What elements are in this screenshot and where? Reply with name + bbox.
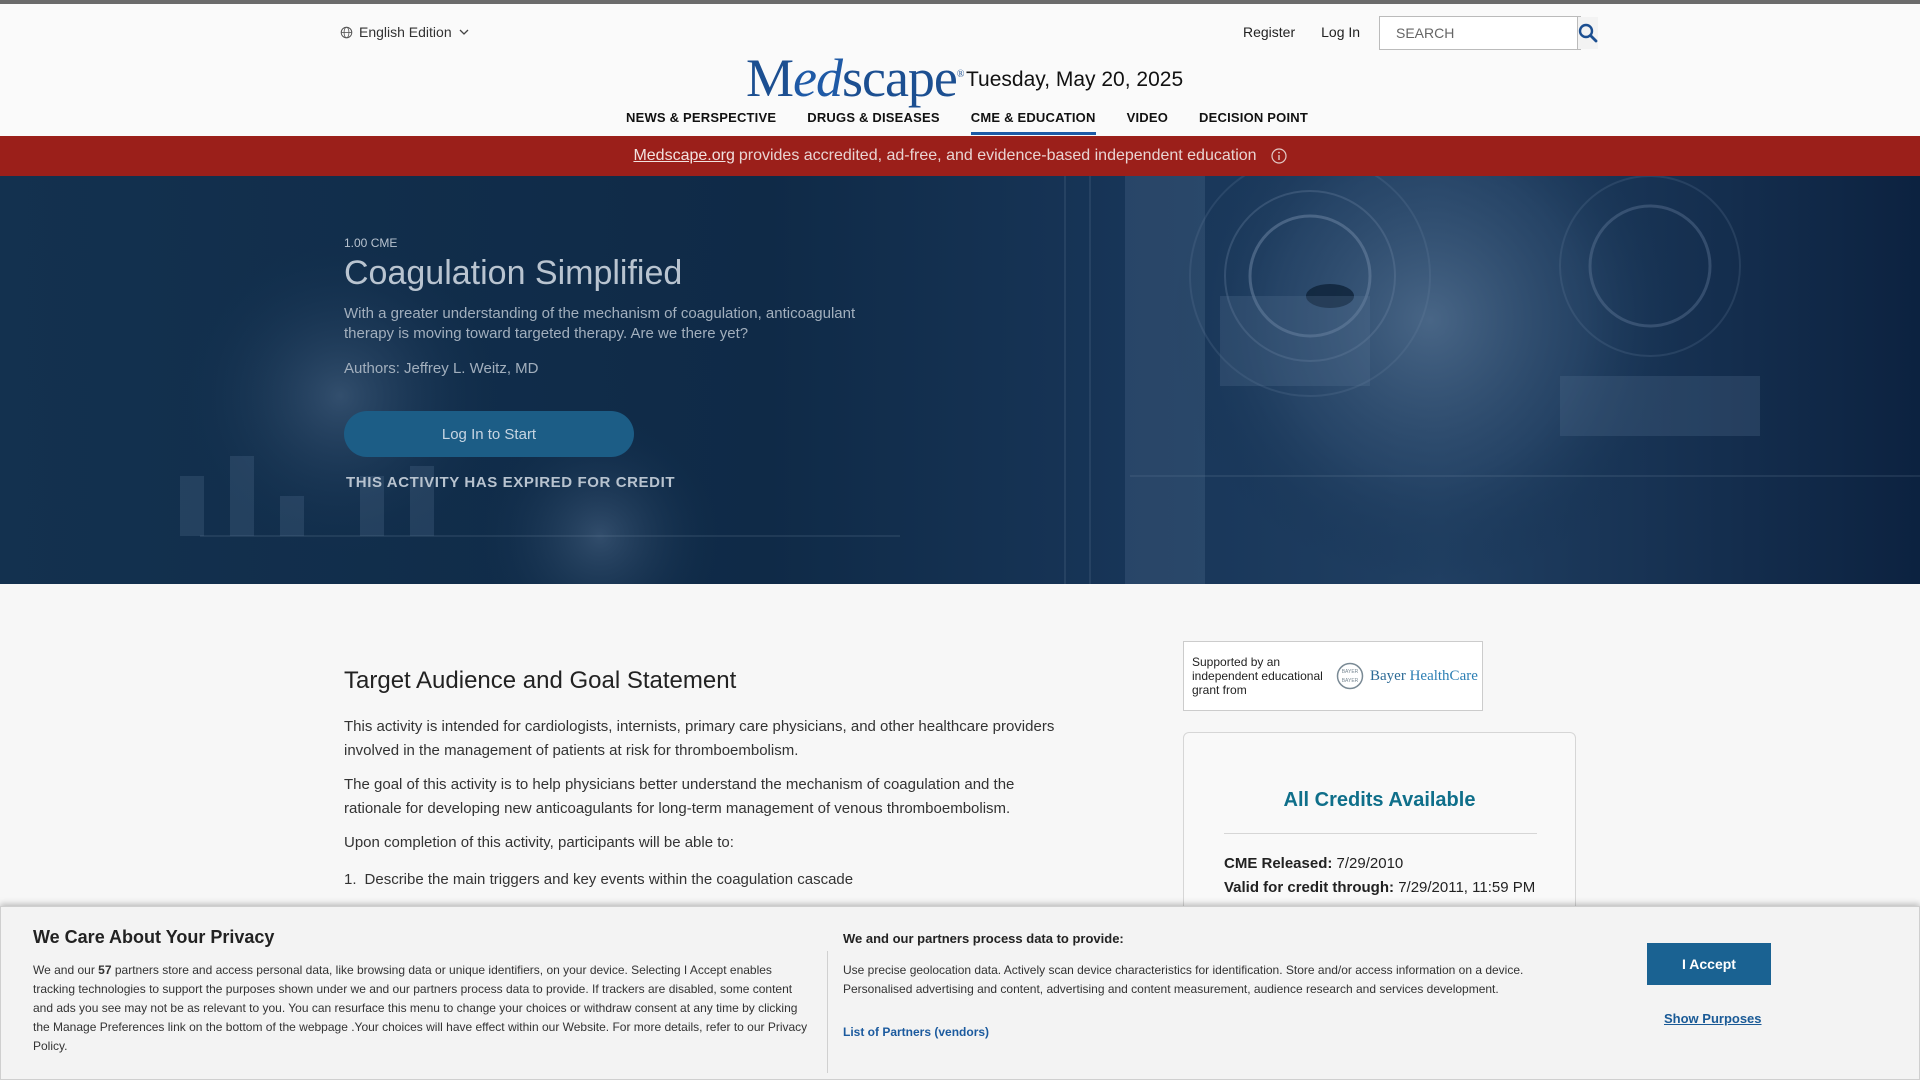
logo-part-1: M — [746, 48, 794, 108]
nav-decision-point[interactable]: DECISION POINT — [1199, 110, 1308, 135]
valid-value: 7/29/2011, 11:59 PM — [1398, 879, 1536, 896]
edition-selector[interactable]: English Edition — [340, 24, 470, 40]
chevron-down-icon — [459, 29, 469, 35]
purposes-title: We and our partners process data to prov… — [843, 931, 1124, 946]
privacy-body-pre: We and our — [33, 963, 95, 977]
login-to-start-button[interactable]: Log In to Start — [344, 411, 634, 457]
search-input[interactable] — [1380, 17, 1577, 49]
main-nav: NEWS & PERSPECTIVE DRUGS & DISEASES CME … — [626, 110, 1308, 135]
activity-title: Coagulation Simplified — [344, 254, 683, 292]
bayer-seal-text-v: BAYER — [1342, 678, 1359, 684]
nav-drugs-diseases[interactable]: DRUGS & DISEASES — [807, 110, 940, 135]
search-icon — [1578, 23, 1598, 43]
valid-through: Valid for credit through: 7/29/2011, 11:… — [1224, 879, 1535, 896]
paragraph-audience: This activity is intended for cardiologi… — [344, 718, 1055, 759]
released-value: 7/29/2010 — [1336, 855, 1404, 872]
account-links: Register Log In — [1243, 24, 1360, 40]
nav-news-perspective[interactable]: NEWS & PERSPECTIVE — [626, 110, 776, 135]
purposes-body: Use precise geolocation data. Actively s… — [843, 963, 1524, 996]
nav-cme-education[interactable]: CME & EDUCATION — [970, 110, 1096, 135]
activity-description: With a greater understanding of the mech… — [344, 305, 856, 342]
privacy-consent-banner: We Care About Your Privacy We and our 57… — [0, 906, 1920, 1080]
hero-background-art — [180, 176, 1920, 584]
nav-video[interactable]: VIDEO — [1127, 110, 1168, 135]
paragraph-objectives-intro: Upon completion of this activity, partic… — [344, 834, 734, 851]
edition-label: English Edition — [359, 24, 452, 40]
login-link[interactable]: Log In — [1321, 24, 1360, 40]
current-date: Tuesday, May 20, 2025 — [966, 68, 1184, 91]
info-icon[interactable] — [1270, 148, 1287, 164]
privacy-divider — [827, 951, 828, 1073]
education-banner: Medscape.org provides accredited, ad-fre… — [0, 136, 1920, 176]
expired-notice: THIS ACTIVITY HAS EXPIRED FOR CREDIT — [346, 474, 676, 491]
paragraph-goal: The goal of this activity is to help phy… — [344, 776, 1015, 817]
cme-released: CME Released: 7/29/2010 — [1224, 855, 1403, 872]
released-label: CME Released: — [1224, 855, 1333, 872]
bayer-cross-icon: BAYER BAYER — [1336, 662, 1364, 690]
partners-count: 57 — [98, 963, 112, 977]
bayer-seal-text-h: BAYER — [1342, 669, 1359, 675]
activity-authors: Authors: Jeffrey L. Weitz, MD — [344, 360, 539, 377]
banner-text: provides accredited, ad-free, and eviden… — [738, 147, 1257, 164]
bayer-name: Bayer HealthCare — [1370, 668, 1478, 685]
objective-text: Describe the main triggers and key event… — [364, 871, 854, 888]
search-button[interactable] — [1577, 17, 1598, 49]
sponsor-name-a: Bayer — [1370, 667, 1406, 684]
medscape-org-link[interactable]: Medscape.org — [633, 147, 734, 165]
credits-title: All Credits Available — [1283, 789, 1476, 811]
credits-divider — [1224, 833, 1537, 834]
objective-item: 1. Describe the main triggers and key ev… — [344, 871, 853, 888]
site-header: English Edition Register Log In Medscape… — [0, 4, 1920, 136]
hero-section: 1.00 CME Coagulation Simplified With a g… — [0, 176, 1920, 584]
bayer-healthcare-logo: BAYER BAYER Bayer HealthCare — [1336, 662, 1478, 690]
privacy-body: We and our 57 partners store and access … — [33, 961, 813, 1056]
medscape-logo[interactable]: Medscape® — [746, 48, 964, 105]
partners-list-link[interactable]: List of Partners (vendors) — [843, 1025, 989, 1039]
logo-part-2: ed — [793, 48, 843, 108]
show-purposes-link[interactable]: Show Purposes — [1664, 1011, 1762, 1026]
accept-button[interactable]: I Accept — [1647, 943, 1771, 985]
globe-icon — [340, 26, 353, 38]
section-title: Target Audience and Goal Statement — [344, 667, 737, 694]
privacy-title: We Care About Your Privacy — [33, 927, 275, 947]
objective-number: 1. — [344, 871, 357, 888]
cme-credit-label: 1.00 CME — [344, 236, 398, 250]
valid-label: Valid for credit through: — [1224, 879, 1395, 896]
logo-registered-mark: ® — [956, 69, 965, 80]
support-text: Supported by an independent educational … — [1192, 655, 1323, 697]
search-box — [1379, 16, 1598, 50]
logo-part-3: scape — [841, 48, 958, 108]
sponsor-name-b: HealthCare — [1409, 667, 1478, 684]
support-box: Supported by an independent educational … — [1183, 641, 1483, 711]
privacy-body-post: partners store and access personal data,… — [33, 963, 808, 1053]
register-link[interactable]: Register — [1243, 24, 1295, 40]
